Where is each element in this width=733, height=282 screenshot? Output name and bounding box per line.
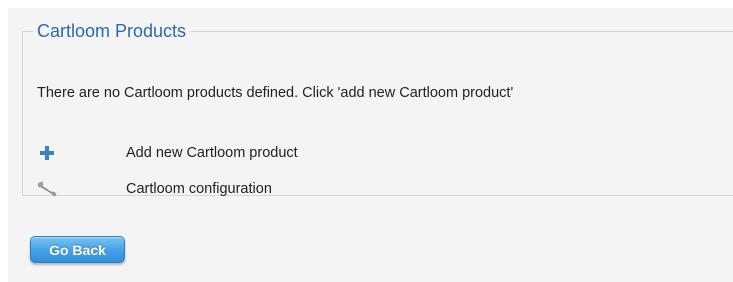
empty-message: There are no Cartloom products defined. … <box>37 85 514 101</box>
products-panel: Cartloom Products There are no Cartloom … <box>22 21 733 197</box>
configuration-link[interactable]: Cartloom configuration <box>126 181 272 197</box>
panel-title: Cartloom Products <box>37 21 187 41</box>
plus-icon <box>37 143 57 163</box>
frame-top-border <box>0 0 733 8</box>
go-back-button[interactable]: Go Back <box>30 236 125 263</box>
frame-left-border <box>0 0 8 282</box>
add-product-link[interactable]: Add new Cartloom product <box>126 145 298 161</box>
configuration-action[interactable]: Cartloom configuration <box>37 178 272 200</box>
add-product-action[interactable]: Add new Cartloom product <box>37 142 298 164</box>
page: Cartloom Products There are no Cartloom … <box>0 0 733 282</box>
wrench-icon <box>37 179 57 199</box>
